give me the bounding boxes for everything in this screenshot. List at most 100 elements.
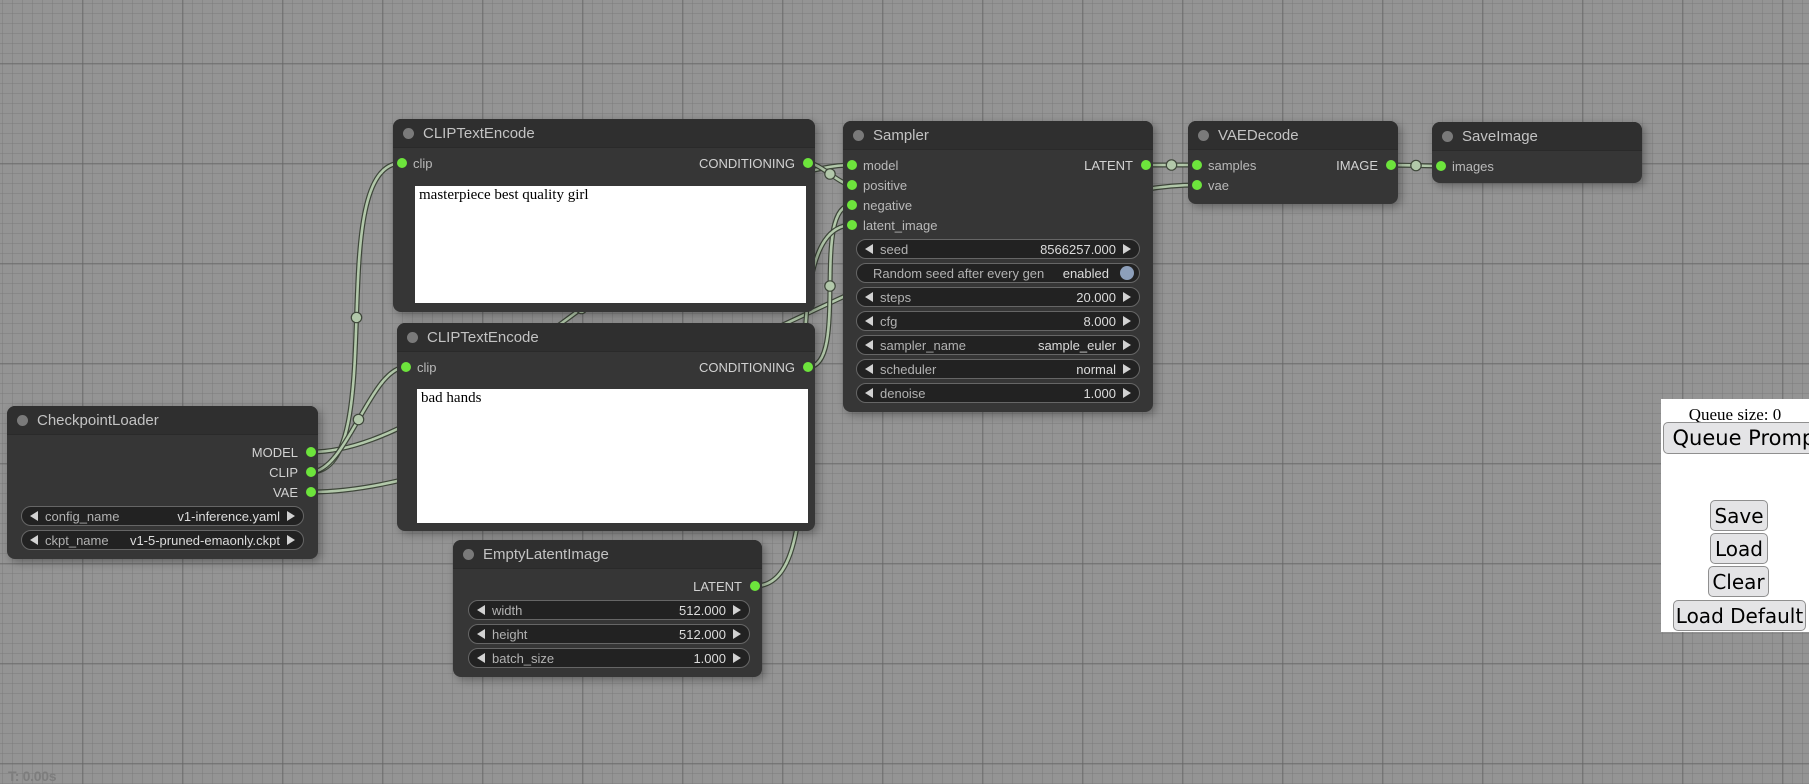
widget-random-seed-toggle[interactable]: Random seed after every gen enabled xyxy=(856,263,1140,283)
increment-arrow-icon[interactable] xyxy=(287,535,295,545)
load-button[interactable]: Load xyxy=(1710,533,1768,564)
positive-prompt-textarea[interactable]: masterpiece best quality girl xyxy=(415,186,806,303)
widget-value: enabled xyxy=(1063,266,1109,281)
node-clip-text-encode-positive[interactable]: CLIPTextEncode clip CONDITIONING masterp… xyxy=(393,119,815,312)
input-port-clip[interactable] xyxy=(401,362,411,372)
node-title-bar[interactable]: SaveImage xyxy=(1432,122,1642,151)
increment-arrow-icon[interactable] xyxy=(1123,364,1131,374)
output-port-latent[interactable] xyxy=(750,581,760,591)
link-midpoint-dot[interactable] xyxy=(1166,160,1176,170)
decrement-arrow-icon[interactable] xyxy=(865,292,873,302)
decrement-arrow-icon[interactable] xyxy=(865,388,873,398)
node-title-bar[interactable]: VAEDecode xyxy=(1188,121,1398,150)
increment-arrow-icon[interactable] xyxy=(1123,388,1131,398)
input-port-images[interactable] xyxy=(1436,161,1446,171)
decrement-arrow-icon[interactable] xyxy=(477,605,485,615)
node-checkpoint-loader[interactable]: CheckpointLoader MODEL CLIP VAE config_n… xyxy=(7,406,318,559)
widget-config-name[interactable]: config_name v1-inference.yaml xyxy=(21,506,304,526)
decrement-arrow-icon[interactable] xyxy=(865,364,873,374)
output-port-conditioning[interactable] xyxy=(803,158,813,168)
save-button[interactable]: Save xyxy=(1710,500,1768,531)
widget-label: height xyxy=(492,627,527,642)
output-label-clip: CLIP xyxy=(269,465,298,480)
decrement-arrow-icon[interactable] xyxy=(865,340,873,350)
widget-label: width xyxy=(492,603,522,618)
input-port-model[interactable] xyxy=(847,160,857,170)
negative-prompt-textarea[interactable]: bad hands xyxy=(417,389,808,523)
collapse-dot-icon[interactable] xyxy=(463,549,474,560)
widget-denoise[interactable]: denoise 1.000 xyxy=(856,383,1140,403)
widget-sampler-name[interactable]: sampler_name sample_euler xyxy=(856,335,1140,355)
decrement-arrow-icon[interactable] xyxy=(30,535,38,545)
node-title: Sampler xyxy=(873,127,929,144)
output-port-image[interactable] xyxy=(1386,160,1396,170)
increment-arrow-icon[interactable] xyxy=(1123,244,1131,254)
widget-seed[interactable]: seed 8566257.000 xyxy=(856,239,1140,259)
increment-arrow-icon[interactable] xyxy=(733,629,741,639)
input-port-negative[interactable] xyxy=(847,200,857,210)
widget-cfg[interactable]: cfg 8.000 xyxy=(856,311,1140,331)
collapse-dot-icon[interactable] xyxy=(853,130,864,141)
widget-width[interactable]: width 512.000 xyxy=(468,600,750,620)
output-port-clip[interactable] xyxy=(306,467,316,477)
increment-arrow-icon[interactable] xyxy=(733,605,741,615)
node-title-bar[interactable]: EmptyLatentImage xyxy=(453,540,762,569)
node-title-bar[interactable]: CLIPTextEncode xyxy=(393,119,815,148)
widget-label: scheduler xyxy=(880,362,936,377)
link-midpoint-dot[interactable] xyxy=(825,281,835,291)
link-midpoint-dot[interactable] xyxy=(351,312,361,322)
widget-height[interactable]: height 512.000 xyxy=(468,624,750,644)
toggle-knob-icon[interactable] xyxy=(1120,266,1134,280)
widget-scheduler[interactable]: scheduler normal xyxy=(856,359,1140,379)
node-title-bar[interactable]: Sampler xyxy=(843,121,1153,150)
decrement-arrow-icon[interactable] xyxy=(30,511,38,521)
node-title-bar[interactable]: CheckpointLoader xyxy=(7,406,318,435)
collapse-dot-icon[interactable] xyxy=(1442,131,1453,142)
input-label-vae: vae xyxy=(1208,178,1229,193)
comfyui-graph-canvas[interactable]: { "status_text": "T: 0.00s", "colors": {… xyxy=(0,0,1809,782)
output-row-vae: VAE xyxy=(7,482,318,502)
widget-ckpt-name[interactable]: ckpt_name v1-5-pruned-emaonly.ckpt xyxy=(21,530,304,550)
increment-arrow-icon[interactable] xyxy=(1123,340,1131,350)
input-port-samples[interactable] xyxy=(1192,160,1202,170)
input-label-negative: negative xyxy=(863,198,912,213)
input-port-vae[interactable] xyxy=(1192,180,1202,190)
widget-batch-size[interactable]: batch_size 1.000 xyxy=(468,648,750,668)
node-title: CLIPTextEncode xyxy=(423,125,535,142)
output-port-conditioning[interactable] xyxy=(803,362,813,372)
input-label-model: model xyxy=(863,158,898,173)
clear-button[interactable]: Clear xyxy=(1708,566,1769,597)
decrement-arrow-icon[interactable] xyxy=(865,316,873,326)
link-midpoint-dot[interactable] xyxy=(825,169,835,179)
input-port-positive[interactable] xyxy=(847,180,857,190)
input-port-clip[interactable] xyxy=(397,158,407,168)
node-sampler[interactable]: Sampler model LATENT positive negative l… xyxy=(843,121,1153,412)
load-default-button[interactable]: Load Default xyxy=(1673,600,1806,631)
node-title-bar[interactable]: CLIPTextEncode xyxy=(397,323,815,352)
output-port-latent[interactable] xyxy=(1141,160,1151,170)
decrement-arrow-icon[interactable] xyxy=(477,653,485,663)
node-vae-decode[interactable]: VAEDecode samples IMAGE vae xyxy=(1188,121,1398,204)
input-port-latent-image[interactable] xyxy=(847,220,857,230)
node-clip-text-encode-negative[interactable]: CLIPTextEncode clip CONDITIONING bad han… xyxy=(397,323,815,531)
increment-arrow-icon[interactable] xyxy=(733,653,741,663)
decrement-arrow-icon[interactable] xyxy=(477,629,485,639)
node-empty-latent-image[interactable]: EmptyLatentImage LATENT width 512.000 he… xyxy=(453,540,762,677)
widget-steps[interactable]: steps 20.000 xyxy=(856,287,1140,307)
increment-arrow-icon[interactable] xyxy=(1123,292,1131,302)
collapse-dot-icon[interactable] xyxy=(1198,130,1209,141)
increment-arrow-icon[interactable] xyxy=(287,511,295,521)
link-midpoint-dot[interactable] xyxy=(1411,160,1421,170)
link-midpoint-dot[interactable] xyxy=(353,414,363,424)
output-port-vae[interactable] xyxy=(306,487,316,497)
collapse-dot-icon[interactable] xyxy=(407,332,418,343)
collapse-dot-icon[interactable] xyxy=(17,415,28,426)
output-port-model[interactable] xyxy=(306,447,316,457)
input-row-images: images xyxy=(1432,156,1642,176)
increment-arrow-icon[interactable] xyxy=(1123,316,1131,326)
collapse-dot-icon[interactable] xyxy=(403,128,414,139)
decrement-arrow-icon[interactable] xyxy=(865,244,873,254)
output-row-latent: LATENT xyxy=(453,576,762,596)
queue-prompt-button[interactable]: Queue Prompt xyxy=(1663,422,1809,454)
node-save-image[interactable]: SaveImage images xyxy=(1432,122,1642,183)
